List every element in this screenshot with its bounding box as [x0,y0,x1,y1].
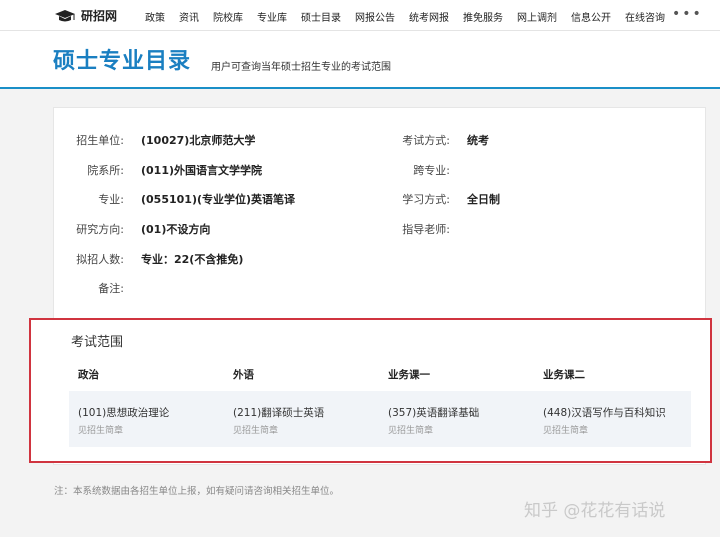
unit-value: (10027)北京师范大学 [141,134,256,147]
quota-value: 专业：22(不含推免) [141,253,244,266]
nav-item-majors[interactable]: 专业库 [257,9,287,24]
dept-label: 院系所: [87,164,124,177]
top-nav-bar: 研招网 政策 资讯 院校库 专业库 硕士目录 网报公告 统考网报 推免服务 网上… [0,0,720,31]
nav-item-adjustment[interactable]: 网上调剂 [517,9,557,24]
exam-note-course-2: 见招生简章 [543,426,589,436]
unit-label: 招生单位: [76,134,124,147]
page-header: 硕士专业目录 用户可查询当年硕士招生专业的考试范围 [0,31,720,89]
exam-head-course-2: 业务课二 [543,369,585,381]
direction-label: 研究方向: [76,223,124,236]
nav-item-disclosure[interactable]: 信息公开 [571,9,611,24]
nav-item-exam-registration[interactable]: 统考网报 [409,9,449,24]
cross-major-label: 跨专业: [413,164,450,177]
major-value: (055101)(专业学位)英语笔译 [141,193,296,206]
exam-head-language: 外语 [233,369,254,381]
exam-subject-course-2: (448)汉语写作与百科知识 [543,407,666,419]
advisor-label: 指导老师: [402,223,450,236]
watermark: 知乎 @花花有话说 [524,501,666,521]
direction-value: (01)不设方向 [141,223,211,236]
exam-note-language: 见招生简章 [233,426,279,436]
nav-item-schools[interactable]: 院校库 [213,9,243,24]
quota-label: 拟招人数: [76,253,124,266]
exam-head-course-1: 业务课一 [388,369,430,381]
logo-text: 研招网 [81,9,118,23]
page-title: 硕士专业目录 [53,49,192,74]
dept-value: (011)外国语言文学学院 [141,164,263,177]
nav-item-policy[interactable]: 政策 [145,9,165,24]
major-label: 专业: [98,193,124,206]
study-mode-label: 学习方式: [402,193,450,206]
exam-note-course-1: 见招生简章 [388,426,434,436]
nav-item-master-catalog[interactable]: 硕士目录 [301,9,341,24]
remark-label: 备注: [98,282,124,295]
exam-mode-value: 统考 [467,134,489,147]
study-mode-value: 全日制 [467,193,500,206]
nav-item-news[interactable]: 资讯 [179,9,199,24]
exam-subject-course-1: (357)英语翻译基础 [388,407,480,419]
exam-subject-language: (211)翻译硕士英语 [233,407,325,419]
nav-item-registration-notice[interactable]: 网报公告 [355,9,395,24]
nav-item-recommendation[interactable]: 推免服务 [463,9,503,24]
exam-note-politics: 见招生简章 [78,426,124,436]
graduation-cap-icon [55,9,75,21]
more-icon[interactable]: ••• [672,6,703,22]
main-nav: 政策 资讯 院校库 专业库 硕士目录 网报公告 统考网报 推免服务 网上调剂 信… [145,9,679,24]
exam-head-politics: 政治 [78,369,99,381]
exam-subject-politics: (101)思想政治理论 [78,407,170,419]
exam-mode-label: 考试方式: [402,134,450,147]
nav-item-consult[interactable]: 在线咨询 [625,9,665,24]
site-logo[interactable]: 研招网 [54,7,117,24]
exam-scope-section: 考试范围 政治 外语 业务课一 业务课二 (101)思想政治理论 (211)翻译… [29,318,712,463]
exam-scope-title: 考试范围 [71,335,124,350]
page-subtitle: 用户可查询当年硕士招生专业的考试范围 [211,62,391,73]
footnote: 注：本系统数据由各招生单位上报，如有疑问请咨询相关招生单位。 [54,486,340,497]
